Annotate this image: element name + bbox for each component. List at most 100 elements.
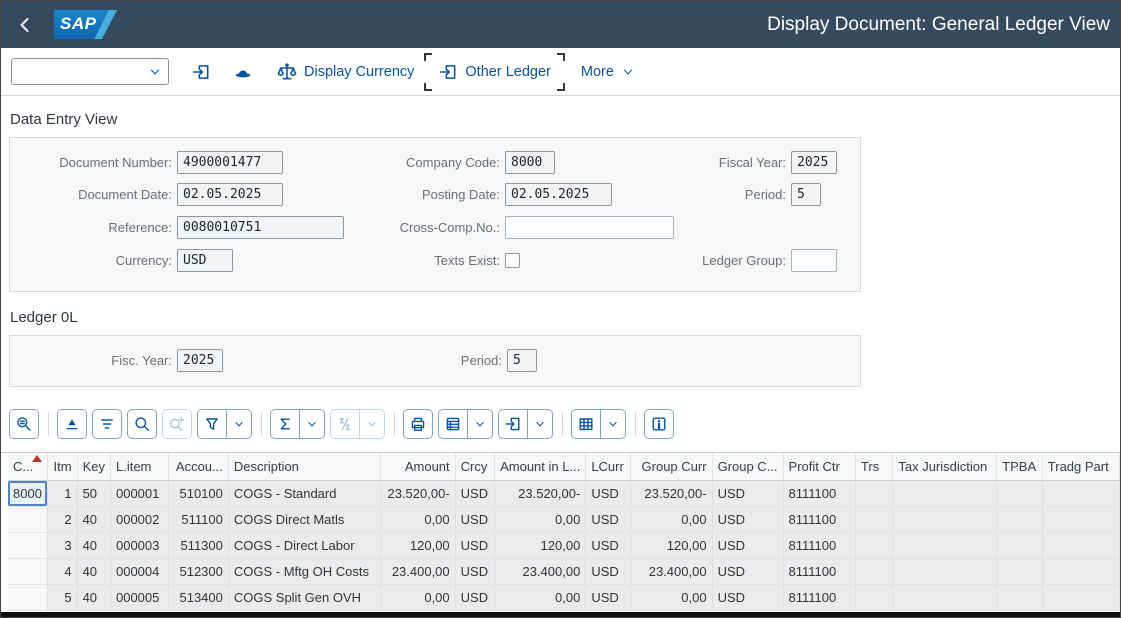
table-cell[interactable]: COGS - Mftg OH Costs (228, 558, 380, 584)
sort-ascending-button[interactable] (57, 409, 87, 439)
table-cell[interactable] (8, 558, 47, 584)
table-cell[interactable]: 8111100 (783, 532, 855, 558)
table-cell[interactable] (893, 558, 997, 584)
table-cell[interactable]: USD (586, 506, 630, 532)
table-cell[interactable]: USD (455, 480, 494, 506)
table-cell[interactable]: 1 (47, 480, 77, 506)
column-header-crcy[interactable]: Crcy (455, 453, 494, 480)
table-cell[interactable]: 23.520,00- (380, 480, 455, 506)
table-cell[interactable]: 2 (47, 506, 77, 532)
column-header-c[interactable]: C... (8, 453, 47, 480)
column-header-tax-jurisdiction[interactable]: Tax Jurisdiction (893, 453, 997, 480)
command-input[interactable] (12, 59, 148, 84)
period-field[interactable]: 5 (791, 183, 821, 206)
table-cell[interactable]: 23.400,00 (380, 558, 455, 584)
column-header-group-curr[interactable]: Group Curr (630, 453, 712, 480)
table-cell[interactable]: USD (712, 558, 783, 584)
export-dropdown[interactable] (527, 410, 552, 438)
column-header-profit-ctr[interactable]: Profit Ctr (783, 453, 855, 480)
table-cell[interactable]: COGS Split Gen OVH (228, 584, 380, 610)
table-cell[interactable]: USD (712, 506, 783, 532)
table-cell[interactable]: 513400 (168, 584, 228, 610)
table-cell[interactable] (893, 506, 997, 532)
table-cell[interactable]: 512300 (168, 558, 228, 584)
table-cell[interactable] (997, 558, 1043, 584)
table-cell[interactable] (855, 584, 892, 610)
fiscal-year-field[interactable]: 2025 (791, 151, 837, 174)
table-cell[interactable]: 8111100 (783, 480, 855, 506)
table-cell[interactable]: USD (712, 584, 783, 610)
filter-dropdown[interactable] (226, 410, 251, 438)
table-cell[interactable] (997, 480, 1043, 506)
table-cell[interactable] (893, 480, 997, 506)
table-cell[interactable]: USD (586, 584, 630, 610)
table-cell[interactable]: 0,00 (380, 506, 455, 532)
table-cell[interactable]: 0,00 (495, 506, 586, 532)
table-cell[interactable]: 000004 (110, 558, 168, 584)
column-header-group-c[interactable]: Group C... (712, 453, 783, 480)
table-cell[interactable]: USD (586, 532, 630, 558)
table-cell[interactable]: 8000 (8, 480, 47, 506)
table-cell[interactable]: 120,00 (380, 532, 455, 558)
table-cell[interactable]: 0,00 (380, 584, 455, 610)
table-cell[interactable]: 120,00 (495, 532, 586, 558)
cross-comp-no-field[interactable] (505, 216, 674, 239)
column-header-itm[interactable]: Itm (47, 453, 77, 480)
fisc-year-field[interactable]: 2025 (177, 349, 223, 372)
table-cell[interactable]: 0,00 (495, 584, 586, 610)
column-header-description[interactable]: Description (228, 453, 380, 480)
table-cell[interactable]: 8111100 (783, 506, 855, 532)
table-cell[interactable]: 0,00 (630, 584, 712, 610)
currency-field[interactable]: USD (177, 249, 233, 272)
table-cell[interactable]: 40 (77, 532, 110, 558)
table-cell[interactable]: 23.400,00 (495, 558, 586, 584)
table-cell[interactable] (8, 584, 47, 610)
column-header-accou[interactable]: Accou... (168, 453, 228, 480)
table-cell[interactable]: COGS - Direct Labor (228, 532, 380, 558)
table-cell[interactable] (1042, 506, 1119, 532)
table-cell[interactable]: 23.520,00- (495, 480, 586, 506)
export-button[interactable] (498, 409, 553, 439)
table-cell[interactable]: 000005 (110, 584, 168, 610)
command-field[interactable] (11, 58, 169, 85)
views-button[interactable] (438, 409, 493, 439)
table-cell[interactable]: USD (712, 480, 783, 506)
filter-button[interactable] (197, 409, 252, 439)
column-header-trs[interactable]: Trs (855, 453, 892, 480)
table-cell[interactable]: 511300 (168, 532, 228, 558)
table-cell[interactable]: 120,00 (630, 532, 712, 558)
table-cell[interactable] (855, 532, 892, 558)
column-header-tradg-part[interactable]: Tradg Part (1042, 453, 1119, 480)
table-cell[interactable]: 000002 (110, 506, 168, 532)
table-cell[interactable]: 511100 (168, 506, 228, 532)
info-button[interactable] (644, 409, 674, 439)
total-button[interactable] (270, 409, 325, 439)
table-cell[interactable] (8, 506, 47, 532)
views-dropdown[interactable] (467, 410, 492, 438)
table-cell[interactable]: USD (455, 558, 494, 584)
table-cell[interactable]: USD (586, 558, 630, 584)
table-cell[interactable]: USD (586, 480, 630, 506)
column-header-l-item[interactable]: L.item (110, 453, 168, 480)
more-button[interactable]: More (575, 59, 641, 85)
other-ledger-button[interactable]: Other Ledger (432, 57, 556, 87)
table-cell[interactable]: 40 (77, 584, 110, 610)
table-cell[interactable] (855, 506, 892, 532)
goto-document-button[interactable] (185, 57, 217, 87)
table-cell[interactable] (1042, 480, 1119, 506)
table-cell[interactable]: 000003 (110, 532, 168, 558)
table-cell[interactable] (1042, 532, 1119, 558)
grid-layout-button[interactable] (571, 409, 626, 439)
table-cell[interactable] (997, 506, 1043, 532)
table-cell[interactable]: 3 (47, 532, 77, 558)
table-cell[interactable]: USD (455, 584, 494, 610)
table-cell[interactable] (997, 532, 1043, 558)
total-dropdown[interactable] (299, 410, 324, 438)
column-header-key[interactable]: Key (77, 453, 110, 480)
table-cell[interactable]: 510100 (168, 480, 228, 506)
column-header-lcurr[interactable]: LCurr (586, 453, 630, 480)
table-cell[interactable] (855, 558, 892, 584)
table-cell[interactable] (997, 584, 1043, 610)
table-cell[interactable]: COGS - Standard (228, 480, 380, 506)
choose-details-button[interactable] (9, 409, 39, 439)
